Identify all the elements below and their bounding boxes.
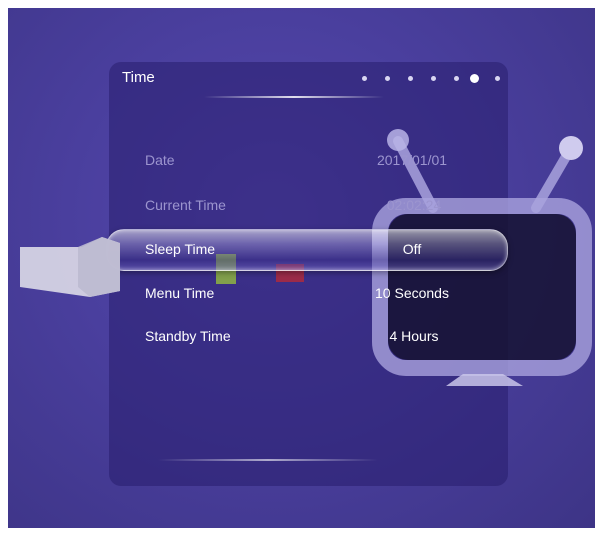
menu-panel — [109, 62, 508, 486]
row-value: 2017/01/01 — [376, 152, 448, 168]
tv-screen: Time Date 2017/01/01 Current Time 02:02:… — [8, 8, 595, 528]
row-value: 02:02:24 — [386, 197, 442, 213]
row-value: Off — [402, 241, 422, 257]
pointer-hand-icon — [20, 237, 120, 297]
row-label: Sleep Time — [145, 241, 216, 257]
page-dot — [408, 76, 413, 81]
title-divider — [204, 96, 384, 98]
page-dot-active — [470, 74, 479, 83]
page-dot — [495, 76, 500, 81]
row-value: 10 Seconds — [375, 285, 449, 301]
page-dot — [385, 76, 390, 81]
row-label: Menu Time — [145, 285, 215, 301]
row-value: 4 Hours — [389, 328, 439, 344]
page-dot — [362, 76, 367, 81]
page-dot — [431, 76, 436, 81]
row-label: Date — [145, 152, 175, 168]
row-label: Standby Time — [145, 328, 231, 344]
row-label: Current Time — [145, 197, 226, 213]
page-title: Time — [122, 69, 155, 86]
page-dot — [454, 76, 459, 81]
bottom-divider — [158, 459, 378, 461]
